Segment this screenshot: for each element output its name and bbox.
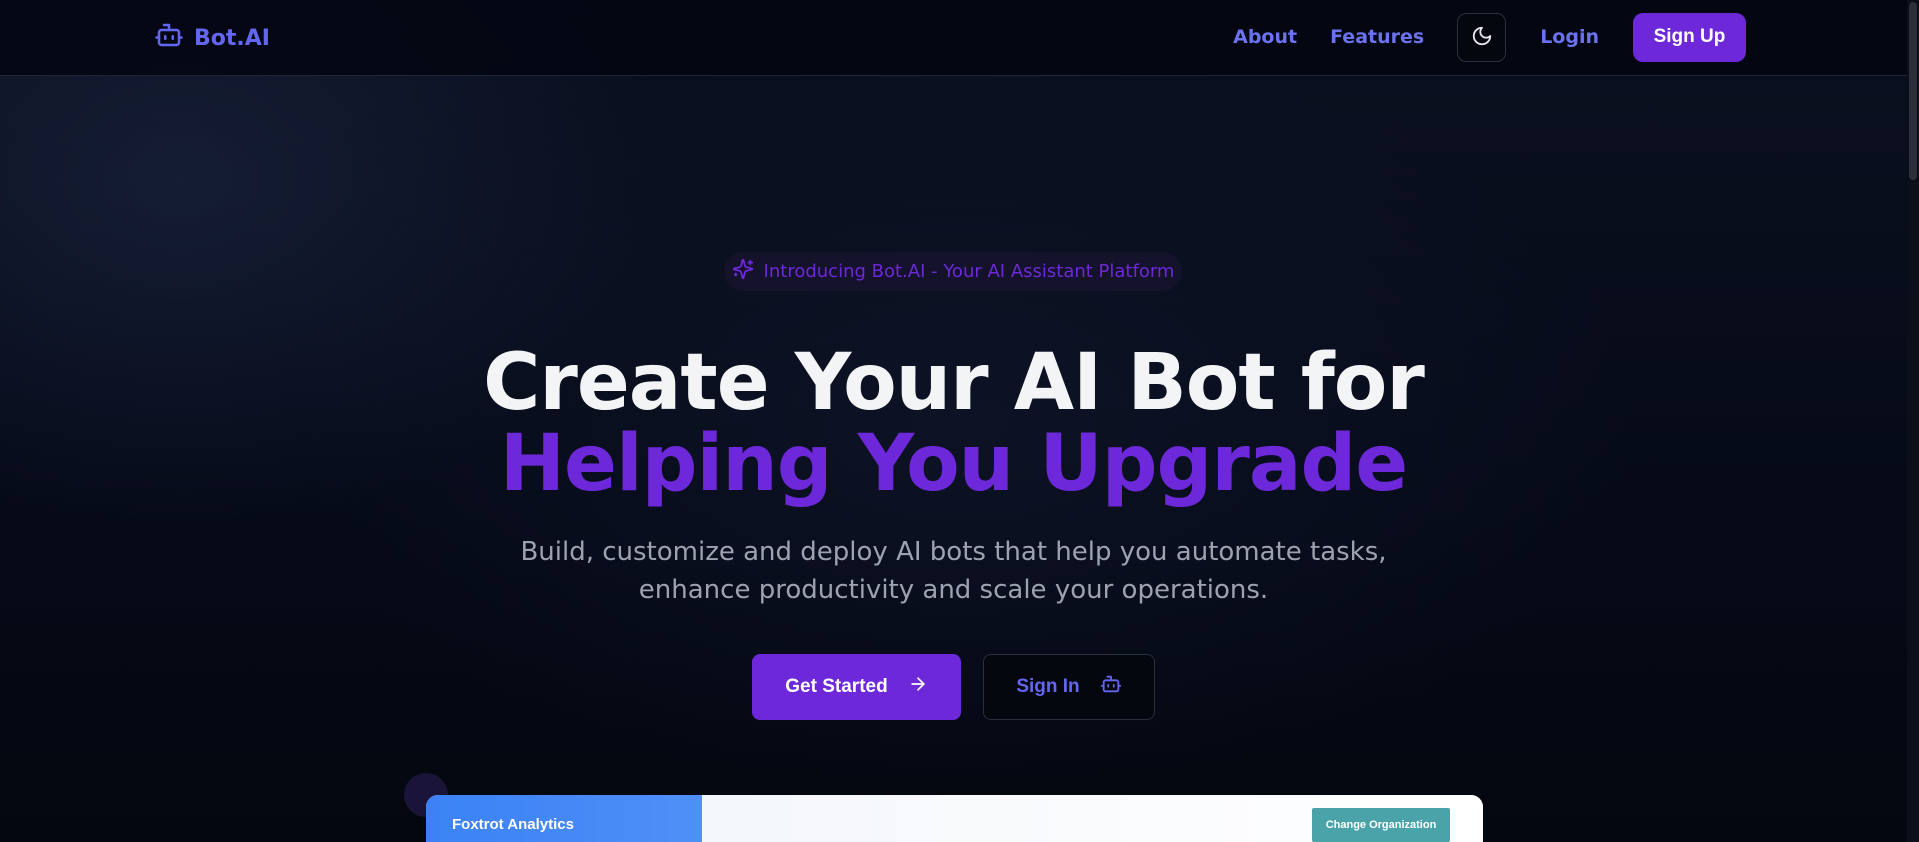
brand-name: Bot.AI — [194, 25, 270, 51]
headline-line-1: Create Your AI Bot for — [483, 338, 1425, 428]
top-navbar: Bot.AI About Features Login Sign Up — [0, 0, 1907, 76]
preview-sidebar-title: Foxtrot Analytics — [452, 816, 574, 833]
sparkles-icon — [732, 258, 754, 285]
sign-in-label: Sign In — [1016, 676, 1080, 697]
scrollbar-thumb[interactable] — [1909, 2, 1917, 180]
dashboard-preview: Foxtrot Analytics Change Organization — [426, 795, 1483, 842]
get-started-button[interactable]: Get Started — [752, 654, 961, 720]
nav-link-about[interactable]: About — [1233, 26, 1297, 48]
robot-icon — [154, 20, 184, 56]
arrow-right-icon — [908, 674, 928, 700]
announcement-pill: Introducing Bot.AI - Your AI Assistant P… — [724, 252, 1182, 291]
headline-line-2: Helping You Upgrade — [499, 419, 1408, 509]
robot-icon — [1100, 673, 1122, 701]
signup-button[interactable]: Sign Up — [1633, 12, 1746, 62]
moon-icon — [1471, 25, 1493, 50]
brand-logo-link[interactable]: Bot.AI — [154, 22, 270, 54]
nav-links: About Features Login Sign Up — [1233, 12, 1746, 62]
sign-in-button[interactable]: Sign In — [983, 654, 1155, 720]
change-organization-button[interactable]: Change Organization — [1312, 808, 1450, 842]
announcement-text: Introducing Bot.AI - Your AI Assistant P… — [763, 261, 1175, 282]
preview-sidebar: Foxtrot Analytics — [426, 795, 702, 842]
nav-link-features[interactable]: Features — [1330, 26, 1424, 48]
get-started-label: Get Started — [785, 676, 888, 697]
hero-subtitle: Build, customize and deploy AI bots that… — [520, 537, 1387, 605]
preview-main: Change Organization — [702, 795, 1483, 842]
login-link[interactable]: Login — [1540, 26, 1599, 48]
theme-toggle-button[interactable] — [1457, 12, 1507, 62]
scrollbar[interactable] — [1907, 0, 1919, 842]
